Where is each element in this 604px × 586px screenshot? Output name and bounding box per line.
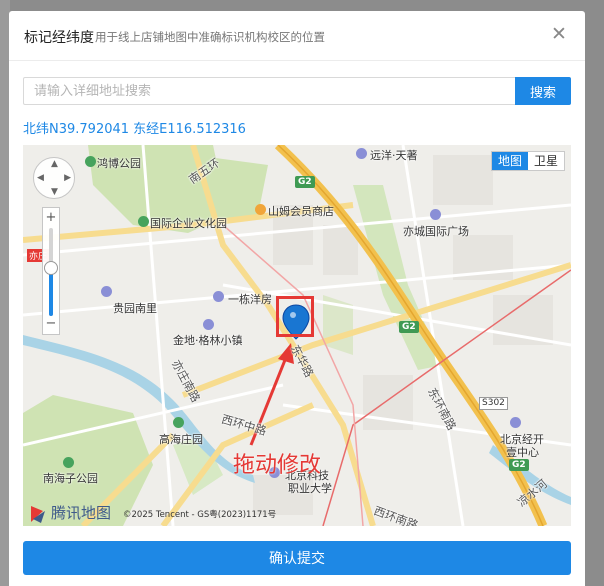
pan-control-icon[interactable]: ▲ ▼ ◀ ▶ xyxy=(33,157,75,199)
drag-hint-annotation: 拖动修改 xyxy=(233,453,322,478)
provider-logo-text: 腾讯地图 xyxy=(51,503,112,522)
coordinates-readout: 北纬N39.792041 东经E116.512316 xyxy=(23,122,246,137)
search-bar: 搜索 xyxy=(23,77,571,105)
residential-icon xyxy=(356,148,367,159)
zoom-slider-handle[interactable] xyxy=(44,260,58,275)
poi-label: 一栋洋房 xyxy=(228,293,272,306)
confirm-submit-button[interactable]: 确认提交 xyxy=(23,541,571,575)
poi-label: 远洋·天著 xyxy=(370,149,418,162)
map-type-satellite-button[interactable]: 卫星 xyxy=(528,152,564,170)
search-button[interactable]: 搜索 xyxy=(515,77,571,105)
residential-icon xyxy=(203,319,214,330)
office-icon xyxy=(430,209,441,220)
poi-label: 鸿博公园 xyxy=(97,157,141,170)
residential-icon xyxy=(213,291,224,302)
poi-label: 金地·格林小镇 xyxy=(173,334,243,347)
zoom-in-button[interactable]: + xyxy=(43,210,59,226)
dialog-subtitle: 用于线上店铺地图中准确标识机构校区的位置 xyxy=(95,30,325,44)
map-copyright: ©2025 Tencent - GS粤(2023)1171号 xyxy=(123,510,277,520)
map-canvas[interactable]: 鸿博公园 南五环 远洋·天著 山姆会员商店 国际企业文化园 亦城国际广场 贵园南… xyxy=(23,145,571,526)
close-icon[interactable]: ✕ xyxy=(549,23,569,45)
park-icon xyxy=(173,417,184,428)
poi-label: 南海子公园 xyxy=(43,472,98,485)
marker-highlight-box xyxy=(276,296,314,337)
shop-icon xyxy=(255,204,266,215)
map-type-map-button[interactable]: 地图 xyxy=(491,152,528,170)
lat-lng-dialog: 标记经纬度 用于线上店铺地图中准确标识机构校区的位置 ✕ 搜索 北纬N39.79… xyxy=(9,11,585,586)
park-icon xyxy=(85,156,96,167)
zoom-out-button[interactable]: − xyxy=(43,316,59,332)
route-shield: S302 xyxy=(479,397,508,410)
residential-icon xyxy=(101,286,112,297)
provider-logo: 腾讯地图 xyxy=(27,501,111,523)
poi-label: 高海庄园 xyxy=(159,433,203,446)
poi-label: 亦城国际广场 xyxy=(403,225,469,238)
poi-label: 山姆会员商店 xyxy=(268,205,334,218)
park-icon xyxy=(138,216,149,227)
poi-label: 国际企业文化园 xyxy=(150,217,227,230)
route-shield: G2 xyxy=(399,321,419,333)
park-icon xyxy=(63,457,74,468)
poi-label: 职业大学 xyxy=(288,482,332,495)
poi-label: 贵园南里 xyxy=(113,302,157,315)
map-type-toggle: 地图 卫星 xyxy=(490,151,565,171)
dialog-title: 标记经纬度 xyxy=(24,30,94,46)
dialog-header: 标记经纬度 用于线上店铺地图中准确标识机构校区的位置 ✕ xyxy=(9,11,585,61)
route-shield: G2 xyxy=(295,176,315,188)
route-shield: G2 xyxy=(509,459,529,471)
poi-label: 壹中心 xyxy=(506,446,539,459)
zoom-control: + − xyxy=(42,207,60,335)
zoom-level-fill xyxy=(49,267,53,316)
office-icon xyxy=(510,417,521,428)
address-search-input[interactable] xyxy=(23,77,515,105)
